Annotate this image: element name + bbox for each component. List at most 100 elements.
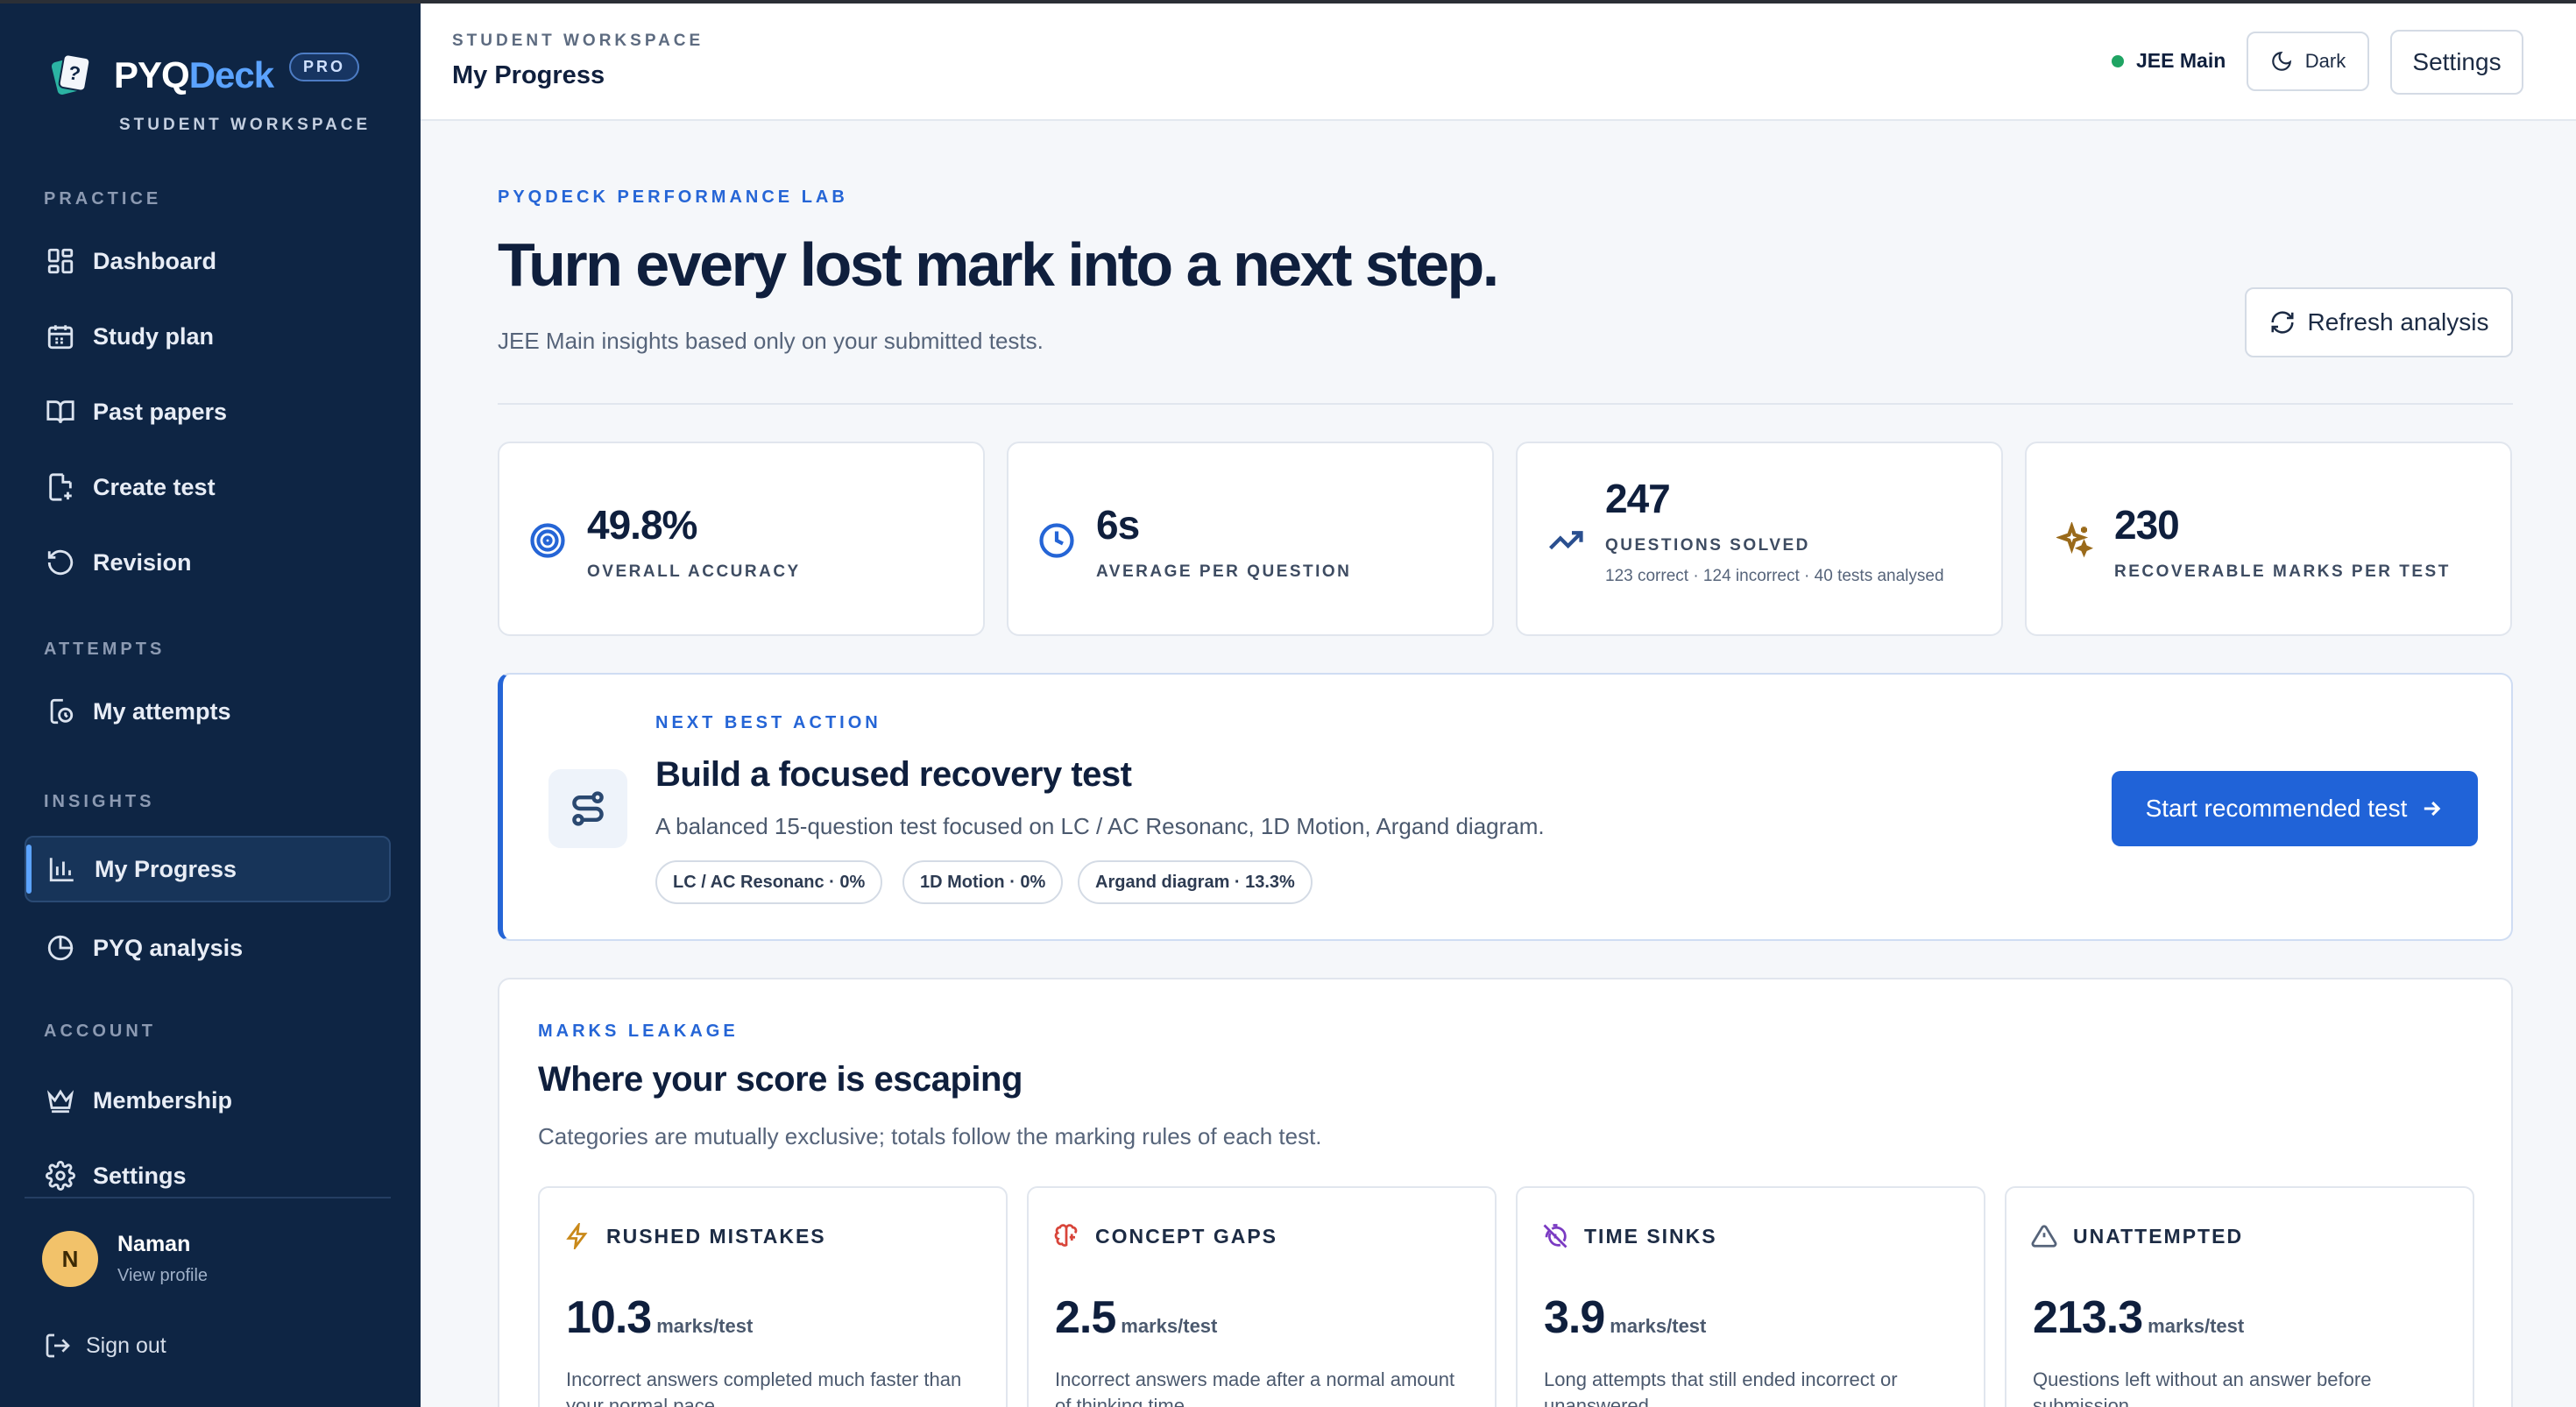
target-icon (530, 523, 565, 558)
route-icon (572, 791, 604, 826)
page-title: My Progress (452, 61, 605, 89)
leakage-title: Where your score is escaping (538, 1060, 1023, 1099)
timer-off-icon (1543, 1224, 1568, 1248)
stat-card-questions-solved: 247 QUESTIONS SOLVED 123 correct · 124 i… (1516, 442, 2003, 636)
sidebar-item-label: Membership (93, 1086, 233, 1114)
sidebar-item-my-progress[interactable]: My Progress (25, 836, 391, 902)
marks-leakage-card: MARKS LEAKAGE Where your score is escapi… (498, 978, 2513, 1407)
settings-button-label: Settings (2412, 48, 2502, 75)
sidebar-item-study-plan[interactable]: Study plan (25, 303, 391, 370)
next-action-eyebrow: NEXT BEST ACTION (655, 713, 881, 732)
leak-item-description: Incorrect answers made after a normal am… (1055, 1368, 1455, 1407)
leak-item-description: Questions left without an answer before … (2033, 1368, 2372, 1407)
start-test-label: Start recommended test (2145, 795, 2408, 822)
weak-topic-chip: 1D Motion · 0% (902, 860, 1064, 904)
stat-value: 247 (1605, 476, 1671, 521)
weak-topic-chip: LC / AC Resonanc · 0% (655, 860, 883, 904)
nav-section-insights: INSIGHTS (44, 792, 155, 811)
theme-toggle-button[interactable]: Dark (2247, 32, 2369, 91)
moon-icon (2272, 51, 2291, 71)
leak-item-value: 2.5 marks/test (1055, 1291, 1217, 1344)
stat-value: 230 (2114, 502, 2180, 548)
sidebar: ? PYQDeck PRO STUDENT WORKSPACE PRACTICE… (0, 4, 421, 1407)
refresh-analysis-button[interactable]: Refresh analysis (2245, 287, 2513, 357)
leak-item-value: 10.3 marks/test (566, 1291, 753, 1344)
calendar-icon (47, 325, 74, 350)
stat-card-recoverable-marks: 230 RECOVERABLE MARKS PER TEST (2025, 442, 2512, 636)
brand[interactable]: ? PYQDeck PRO (46, 49, 360, 102)
bar-chart-icon (49, 858, 74, 882)
trending-up-icon (1549, 531, 1583, 550)
leak-item-value: 3.9 marks/test (1544, 1291, 1706, 1344)
nav-section-account: ACCOUNT (44, 1022, 156, 1041)
leak-item-unit: marks/test (1121, 1315, 1218, 1337)
stat-label: AVERAGE PER QUESTION (1096, 562, 1352, 581)
leak-item-number: 3.9 (1544, 1292, 1605, 1343)
leak-item-concept-gaps: CONCEPT GAPS 2.5 marks/test Incorrect an… (1027, 1186, 1497, 1407)
hero-eyebrow: PYQDECK PERFORMANCE LAB (498, 187, 848, 207)
sidebar-item-create-test[interactable]: Create test (25, 454, 391, 520)
refresh-analysis-label: Refresh analysis (2307, 308, 2489, 336)
arrow-right-icon (2424, 801, 2441, 817)
brain-icon (1054, 1224, 1078, 1247)
leak-item-title: TIME SINKS (1584, 1224, 1717, 1248)
sidebar-item-membership[interactable]: Membership (25, 1067, 391, 1134)
stat-note: 123 correct · 124 incorrect · 40 tests a… (1605, 567, 1944, 585)
sidebar-item-label: My attempts (93, 697, 231, 725)
history-icon (50, 698, 74, 725)
crown-icon (46, 1089, 74, 1114)
leak-item-unit: marks/test (656, 1315, 754, 1337)
pyqdeck-logo-icon: ? (51, 53, 91, 95)
exam-name: JEE Main (2136, 49, 2226, 72)
stat-label: QUESTIONS SOLVED (1605, 536, 1810, 555)
rotate-icon (47, 549, 74, 576)
leak-item-number: 10.3 (566, 1292, 652, 1343)
exam-indicator[interactable]: JEE Main (2112, 49, 2226, 73)
leak-item-header: UNATTEMPTED (2031, 1223, 2243, 1249)
brand-name: PYQDeck (114, 54, 274, 95)
sparkle-icon (2056, 522, 2093, 558)
leak-item-description: Long attempts that still ended incorrect… (1544, 1368, 1898, 1407)
status-dot-icon (2112, 54, 2124, 67)
clock-icon (1039, 523, 1074, 558)
stat-card-accuracy: 49.8% OVERALL ACCURACY (498, 442, 985, 636)
leak-item-header: RUSHED MISTAKES (564, 1223, 826, 1249)
view-profile-link[interactable]: View profile (117, 1266, 208, 1286)
sidebar-item-label: Settings (93, 1162, 187, 1189)
sidebar-item-revision[interactable]: Revision (25, 529, 391, 596)
sidebar-item-pyq-analysis[interactable]: PYQ analysis (25, 915, 391, 981)
sidebar-item-label: PYQ analysis (93, 934, 244, 961)
leak-item-number: 2.5 (1055, 1292, 1116, 1343)
theme-toggle-label: Dark (2304, 50, 2346, 72)
pie-chart-icon (47, 935, 74, 961)
weak-topic-chip: Argand diagram · 13.3% (1078, 860, 1313, 904)
leak-item-title: RUSHED MISTAKES (606, 1224, 826, 1248)
sidebar-item-dashboard[interactable]: Dashboard (25, 228, 391, 294)
profile-card[interactable]: N Naman View profile (25, 1197, 391, 1319)
zap-icon (566, 1223, 588, 1249)
sidebar-item-my-attempts[interactable]: My attempts (25, 678, 391, 745)
stat-card-avg-time: 6s AVERAGE PER QUESTION (1007, 442, 1494, 636)
next-action-description: A balanced 15-question test focused on L… (655, 813, 1545, 839)
leak-item-rushed-mistakes: RUSHED MISTAKES 10.3 marks/test Incorrec… (538, 1186, 1008, 1407)
sidebar-item-label: Revision (93, 548, 192, 576)
leakage-subtitle: Categories are mutually exclusive; total… (538, 1123, 1322, 1149)
leak-item-unattempted: UNATTEMPTED 213.3 marks/test Questions l… (2005, 1186, 2474, 1407)
grid-icon (47, 248, 74, 274)
leakage-eyebrow: MARKS LEAKAGE (538, 1022, 739, 1041)
sidebar-item-past-papers[interactable]: Past papers (25, 378, 391, 445)
leak-item-title: CONCEPT GAPS (1095, 1224, 1278, 1248)
start-recommended-test-button[interactable]: Start recommended test (2112, 771, 2478, 846)
leak-item-value: 213.3 marks/test (2033, 1291, 2244, 1344)
alert-triangle-icon (2031, 1225, 2057, 1248)
leak-item-description: Incorrect answers completed much faster … (566, 1368, 962, 1407)
settings-button[interactable]: Settings (2390, 30, 2523, 95)
stat-label: RECOVERABLE MARKS PER TEST (2114, 562, 2451, 581)
sign-out-button[interactable]: Sign out (44, 1332, 166, 1360)
avatar: N (42, 1231, 98, 1287)
header-overline: STUDENT WORKSPACE (452, 32, 704, 50)
next-action-card: NEXT BEST ACTION Build a focused recover… (498, 673, 2513, 941)
leak-item-number: 213.3 (2033, 1292, 2143, 1343)
stat-value: 49.8% (587, 502, 697, 548)
profile-name: Naman (117, 1232, 191, 1256)
